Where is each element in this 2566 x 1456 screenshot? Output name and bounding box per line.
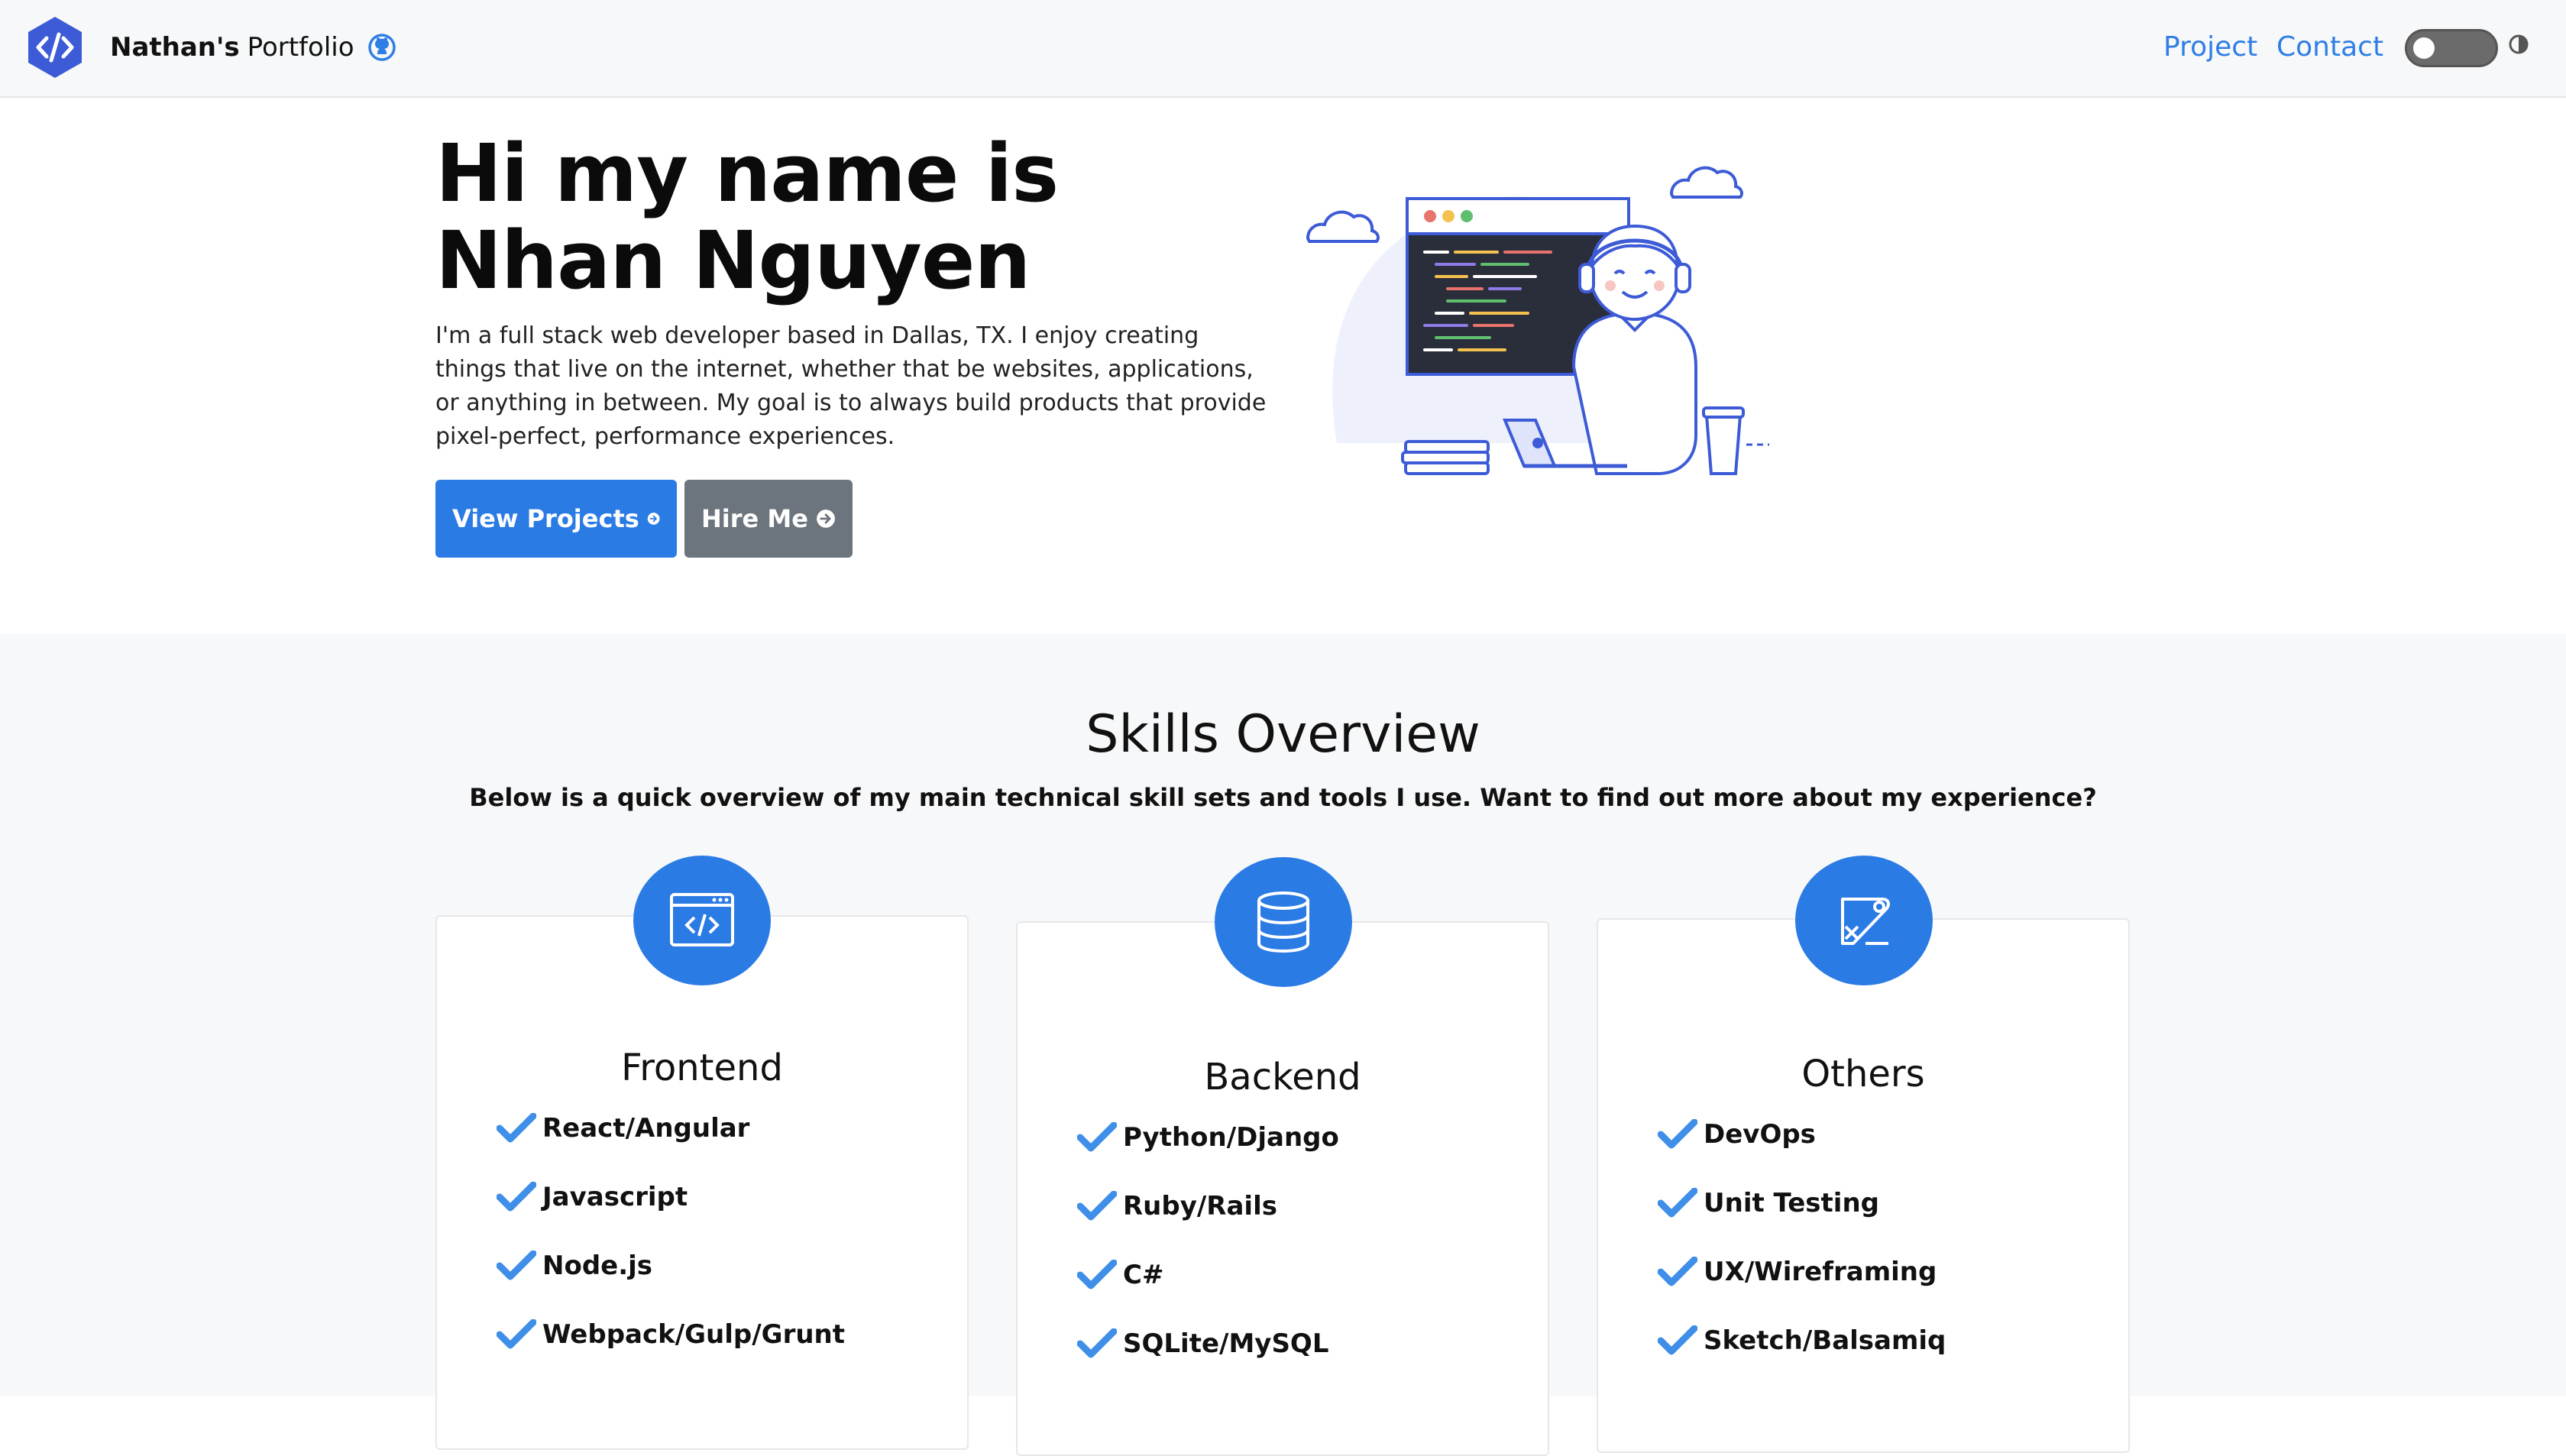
list-item: C# (1077, 1241, 1339, 1309)
list-item-label: SQLite/MySQL (1123, 1328, 1329, 1359)
github-icon[interactable] (367, 34, 396, 61)
check-icon (497, 1182, 536, 1212)
database-icon (1257, 891, 1309, 953)
list-item-label: Node.js (542, 1251, 653, 1281)
check-icon (1077, 1122, 1117, 1152)
brand-rest: Portfolio (247, 32, 354, 63)
view-projects-label: View Projects (452, 504, 639, 533)
check-icon (1077, 1191, 1117, 1221)
database-icon-badge (1215, 857, 1352, 987)
browser-code-icon (670, 893, 734, 946)
arrow-circle-right-icon (647, 513, 660, 525)
skill-card-title-backend: Backend (1204, 1056, 1361, 1098)
list-item-label: Unit Testing (1704, 1188, 1879, 1218)
contrast-icon (2509, 34, 2529, 54)
list-item-label: Javascript (542, 1182, 688, 1212)
nav-link-project[interactable]: Project (2163, 29, 2257, 66)
hero-section: Hi my name is Nhan Nguyen I'm a full sta… (0, 99, 2566, 634)
theme-toggle[interactable] (2405, 29, 2498, 67)
skill-card-title-frontend: Frontend (621, 1047, 783, 1089)
skills-section: Skills Overview Below is a quick overvie… (0, 634, 2566, 1456)
list-item: Webpack/Gulp/Grunt (497, 1300, 845, 1369)
brand-bold: Nathan's (110, 32, 240, 63)
list-item: React/Angular (497, 1094, 845, 1163)
nav-link-contact[interactable]: Contact (2276, 29, 2383, 66)
list-item: Sketch/Balsamiq (1658, 1306, 1946, 1375)
list-item: Unit Testing (1658, 1169, 1946, 1238)
list-item: UX/Wireframing (1658, 1238, 1946, 1306)
hire-me-button[interactable]: Hire Me (684, 480, 853, 558)
developer-at-desk-illustration (1306, 166, 1769, 475)
design-tools-icon-badge (1795, 856, 1933, 985)
list-item-label: C# (1123, 1260, 1164, 1290)
code-brackets-icon[interactable] (23, 15, 87, 79)
list-item: DevOps (1658, 1100, 1946, 1169)
brand[interactable]: Nathan's Portfolio (110, 29, 396, 66)
skill-card-title-others: Others (1801, 1053, 1925, 1095)
check-icon (1658, 1257, 1697, 1286)
skill-list-backend: Python/Django Ruby/Rails C# SQLite/MySQL (1077, 1103, 1339, 1378)
list-item-label: Python/Django (1123, 1122, 1339, 1153)
browser-code-icon-badge (633, 856, 771, 985)
list-item-label: Webpack/Gulp/Grunt (542, 1319, 846, 1350)
skills-subtitle: Below is a quick overview of my main tec… (469, 783, 2097, 812)
list-item: Node.js (497, 1231, 845, 1300)
list-item-label: DevOps (1704, 1119, 1816, 1150)
design-tools-icon (1841, 898, 1890, 945)
arrow-circle-right-icon (817, 510, 835, 528)
check-icon (497, 1113, 536, 1143)
navbar: Nathan's Portfolio Project Contact (0, 0, 2566, 98)
list-item: Javascript (497, 1163, 845, 1231)
hero-description: I'm a full stack web developer based in … (435, 322, 1267, 450)
skills-title: Skills Overview (1086, 704, 1480, 765)
check-icon (1077, 1328, 1117, 1358)
list-item: SQLite/MySQL (1077, 1309, 1339, 1378)
toggle-knob (2413, 37, 2435, 59)
list-item: Ruby/Rails (1077, 1172, 1339, 1241)
check-icon (1658, 1119, 1697, 1149)
list-item-label: UX/Wireframing (1704, 1257, 1937, 1287)
hire-me-label: Hire Me (701, 504, 808, 533)
check-icon (497, 1251, 536, 1280)
skill-list-others: DevOps Unit Testing UX/Wireframing Sketc… (1658, 1100, 1946, 1375)
view-projects-button[interactable]: View Projects (435, 480, 677, 558)
hero-title: Hi my name is Nhan Nguyen (435, 127, 1059, 307)
list-item-label: Ruby/Rails (1123, 1191, 1277, 1221)
check-icon (1077, 1260, 1117, 1289)
list-item-label: Sketch/Balsamiq (1704, 1325, 1946, 1356)
list-item-label: React/Angular (542, 1113, 750, 1144)
check-icon (1658, 1325, 1697, 1355)
check-icon (497, 1319, 536, 1349)
check-icon (1658, 1188, 1697, 1218)
skill-list-frontend: React/Angular Javascript Node.js Webpack… (497, 1094, 845, 1369)
list-item: Python/Django (1077, 1103, 1339, 1172)
